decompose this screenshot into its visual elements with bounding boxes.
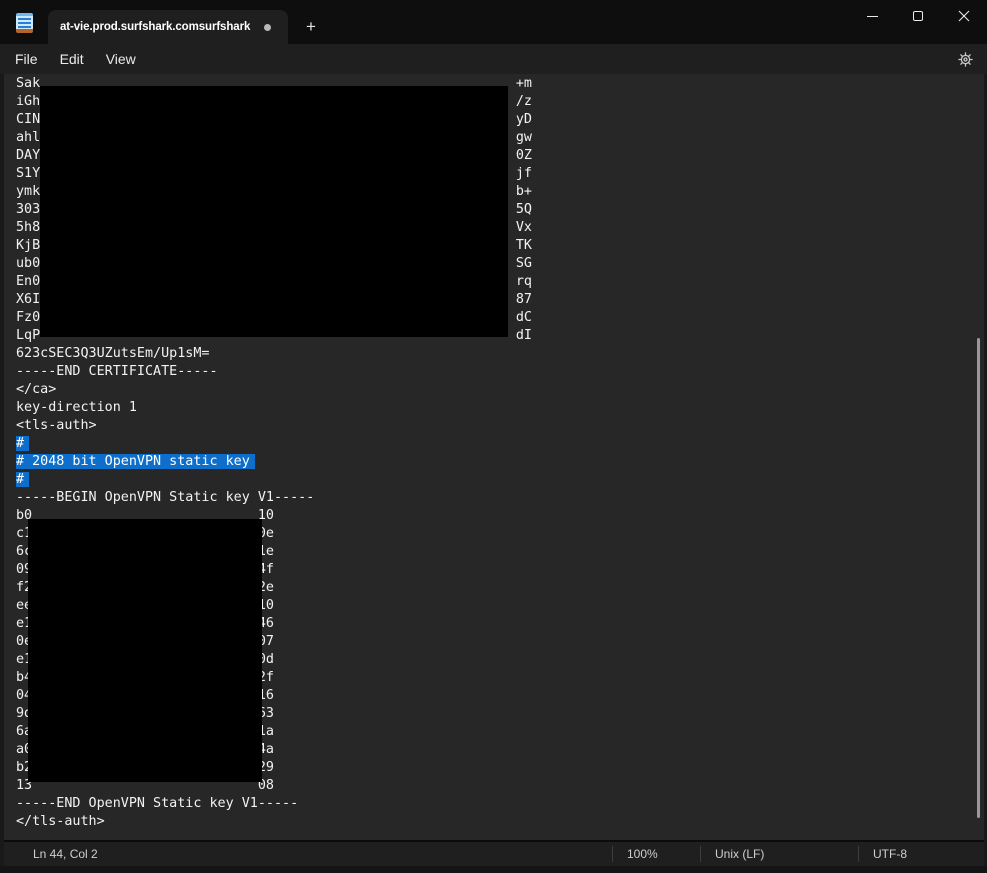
notepad-icon xyxy=(16,13,33,33)
gear-icon xyxy=(957,51,974,68)
settings-button[interactable] xyxy=(957,51,974,68)
plus-icon: + xyxy=(306,17,316,37)
editor-line[interactable]: # xyxy=(16,435,532,453)
redaction-box xyxy=(28,519,262,782)
zoom-level: 100% xyxy=(612,846,700,862)
editor-line[interactable]: # xyxy=(16,471,532,489)
editor-line[interactable]: -----END CERTIFICATE----- xyxy=(16,363,532,381)
caption-buttons xyxy=(849,0,987,32)
window-frame-left xyxy=(0,74,4,866)
document-tab[interactable]: at-vie.prod.surfshark.comsurfshark xyxy=(48,10,288,44)
menu-file[interactable]: File xyxy=(5,44,48,74)
menubar: File Edit View xyxy=(0,44,987,74)
maximize-icon xyxy=(913,11,923,21)
line-ending: Unix (LF) xyxy=(700,846,858,862)
redaction-box xyxy=(40,86,508,337)
editor-line[interactable]: </tls-auth> xyxy=(16,813,532,831)
maximize-button[interactable] xyxy=(895,0,941,32)
close-icon xyxy=(958,10,970,22)
editor-line[interactable]: <tls-auth> xyxy=(16,417,532,435)
titlebar: at-vie.prod.surfshark.comsurfshark + xyxy=(0,0,987,44)
editor-line[interactable]: </ca> xyxy=(16,381,532,399)
vertical-scrollbar[interactable] xyxy=(977,338,980,818)
minimize-button[interactable] xyxy=(849,0,895,32)
app-window: at-vie.prod.surfshark.comsurfshark + Fil… xyxy=(0,0,987,873)
editor-line[interactable]: 623cSEC3Q3UZutsEm/Up1sM= xyxy=(16,345,532,363)
editor-line[interactable]: key-direction 1 xyxy=(16,399,532,417)
editor-line[interactable]: -----END OpenVPN Static key V1----- xyxy=(16,795,532,813)
cursor-position: Ln 44, Col 2 xyxy=(0,847,612,861)
editor-line[interactable]: # 2048 bit OpenVPN static key xyxy=(16,453,532,471)
tab-title: at-vie.prod.surfshark.comsurfshark xyxy=(60,21,258,33)
statusbar: Ln 44, Col 2 100% Unix (LF) UTF-8 xyxy=(0,840,987,866)
unsaved-dot xyxy=(264,24,271,31)
close-button[interactable] xyxy=(941,0,987,32)
window-frame-bottom xyxy=(0,866,987,873)
minimize-icon xyxy=(867,16,878,17)
editor-line[interactable]: -----BEGIN OpenVPN Static key V1----- xyxy=(16,489,532,507)
menu-view[interactable]: View xyxy=(96,44,146,74)
new-tab-button[interactable]: + xyxy=(296,13,326,41)
encoding: UTF-8 xyxy=(858,846,987,862)
menu-edit[interactable]: Edit xyxy=(50,44,94,74)
